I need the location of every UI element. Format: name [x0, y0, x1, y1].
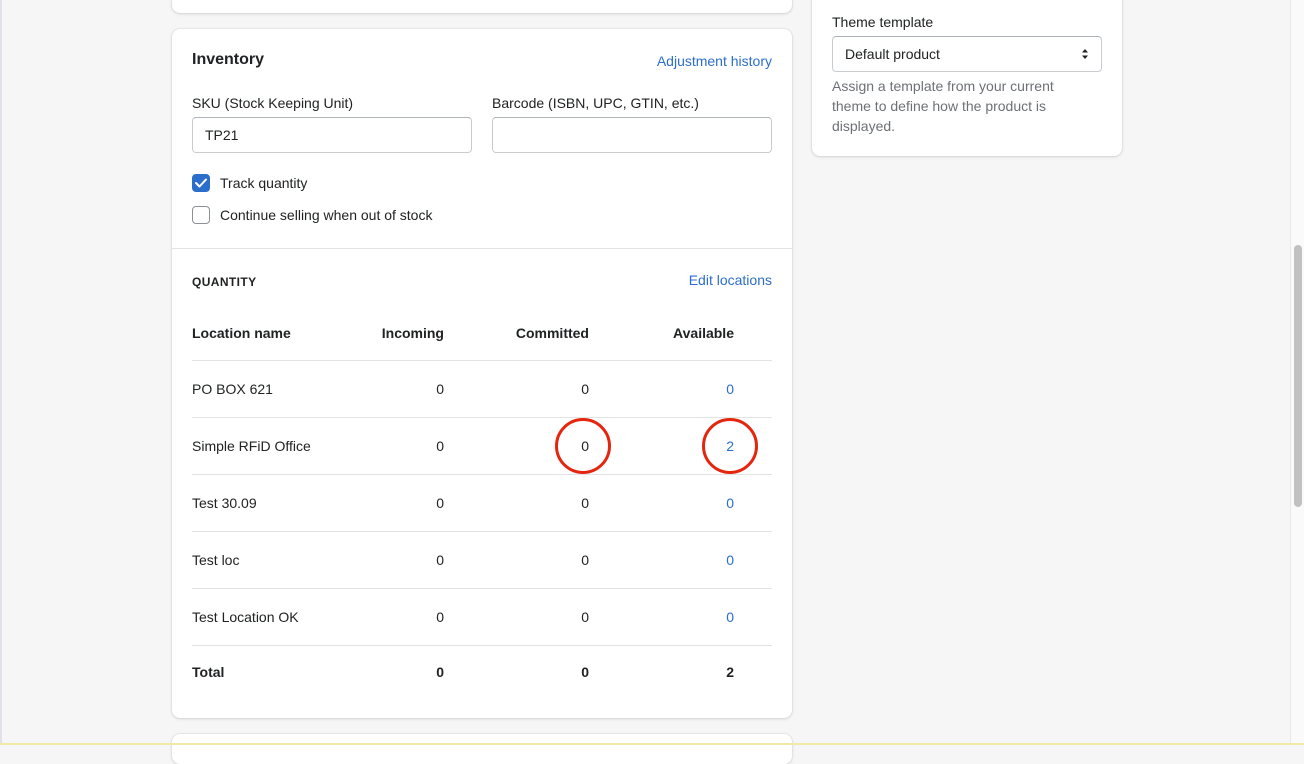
continue-selling-label: Continue selling when out of stock: [220, 207, 433, 223]
theme-template-label: Theme template: [832, 14, 934, 30]
next-card: [172, 734, 792, 764]
total-committed: 0: [581, 664, 589, 680]
table-row: PO BOX 621 0 0 0: [192, 360, 772, 418]
theme-template-card: Theme template Default product Assign a …: [812, 0, 1122, 156]
edit-locations-link[interactable]: Edit locations: [689, 272, 772, 288]
header-incoming: Incoming: [352, 305, 444, 361]
header-location-name: Location name: [192, 305, 352, 361]
available-value[interactable]: 2: [726, 438, 734, 454]
committed-value: 0: [444, 417, 589, 475]
inventory-title: Inventory: [192, 51, 265, 68]
available-value[interactable]: 0: [726, 609, 734, 625]
select-arrows-icon: [1082, 49, 1088, 59]
quantity-section-title: QUANTITY: [192, 275, 257, 289]
header-committed: Committed: [444, 305, 589, 361]
total-available: 2: [726, 664, 734, 680]
previous-card: [172, 0, 792, 13]
total-label: Total: [192, 664, 225, 680]
location-name: Simple RFiD Office: [192, 417, 352, 475]
table-header-row: Location name Incoming Committed Availab…: [192, 305, 772, 361]
table-row: Simple RFiD Office 0 0 2: [192, 417, 772, 475]
page-left-edge: [0, 0, 2, 745]
committed-value: 0: [444, 474, 589, 532]
barcode-label: Barcode (ISBN, UPC, GTIN, etc.): [492, 95, 699, 111]
barcode-input[interactable]: [492, 117, 772, 153]
theme-template-help-text: Assign a template from your current them…: [832, 78, 1054, 134]
theme-template-selected: Default product: [845, 46, 940, 62]
track-quantity-checkbox[interactable]: [192, 174, 210, 192]
continue-selling-checkbox[interactable]: [192, 206, 210, 224]
available-value[interactable]: 0: [726, 552, 734, 568]
committed-value: 0: [444, 360, 589, 418]
incoming-value: 0: [352, 588, 444, 646]
section-divider: [172, 248, 792, 249]
committed-value: 0: [444, 531, 589, 589]
table-row: Test Location OK 0 0 0: [192, 588, 772, 646]
available-value[interactable]: 0: [726, 495, 734, 511]
sku-input[interactable]: [192, 117, 472, 153]
location-name: Test Location OK: [192, 588, 352, 646]
committed-value: 0: [444, 588, 589, 646]
location-name: Test 30.09: [192, 474, 352, 532]
continue-selling-row[interactable]: Continue selling when out of stock: [192, 206, 432, 224]
table-row: Test loc 0 0 0: [192, 531, 772, 589]
track-quantity-label: Track quantity: [220, 175, 308, 191]
incoming-value: 0: [352, 531, 444, 589]
location-name: PO BOX 621: [192, 360, 352, 418]
total-incoming: 0: [436, 664, 444, 680]
checkmark-icon: [195, 178, 207, 188]
sku-label: SKU (Stock Keeping Unit): [192, 95, 354, 111]
location-name: Test loc: [192, 531, 352, 589]
incoming-value: 0: [352, 360, 444, 418]
incoming-value: 0: [352, 474, 444, 532]
header-available: Available: [589, 305, 772, 361]
track-quantity-row[interactable]: Track quantity: [192, 174, 307, 192]
adjustment-history-link[interactable]: Adjustment history: [657, 53, 772, 69]
available-value[interactable]: 0: [726, 381, 734, 397]
incoming-value: 0: [352, 417, 444, 475]
quantity-table: Location name Incoming Committed Availab…: [192, 305, 772, 698]
page-scrollbar[interactable]: [1290, 0, 1304, 745]
table-row: Test 30.09 0 0 0: [192, 474, 772, 532]
scrollbar-thumb[interactable]: [1294, 245, 1302, 507]
theme-template-select[interactable]: Default product: [832, 36, 1102, 72]
inventory-card: Inventory Adjustment history SKU (Stock …: [172, 29, 792, 718]
total-row: Total 0 0 2: [192, 646, 772, 699]
